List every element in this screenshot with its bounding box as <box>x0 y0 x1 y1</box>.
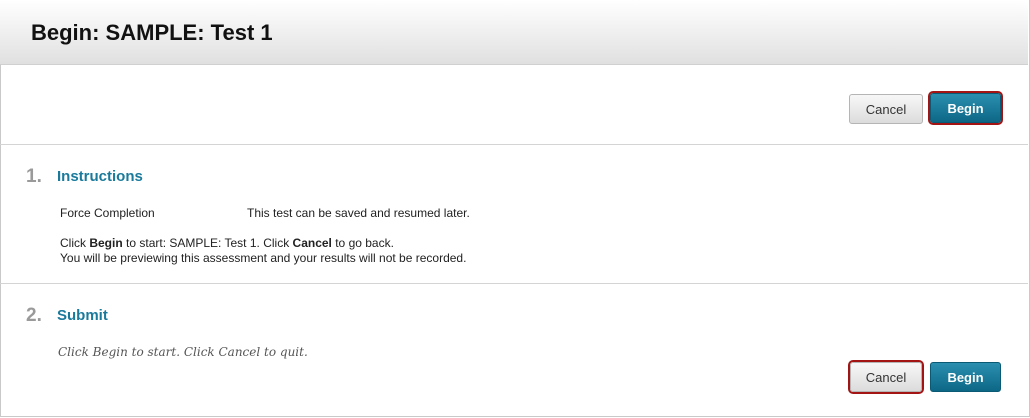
force-completion-label: Force Completion <box>60 206 155 220</box>
top-cancel-button[interactable]: Cancel <box>849 94 923 124</box>
submit-note: Click Begin to start. Click Cancel to qu… <box>58 345 308 359</box>
step-number-instructions: 1. <box>26 166 42 187</box>
instructions-text: Click <box>60 236 90 250</box>
force-completion-value: This test can be saved and resumed later… <box>247 206 470 220</box>
step-title-instructions: Instructions <box>57 168 143 185</box>
divider <box>0 144 1028 145</box>
instructions-line-2: You will be previewing this assessment a… <box>60 251 467 265</box>
top-begin-button[interactable]: Begin <box>930 93 1001 123</box>
page-header: Begin: SAMPLE: Test 1 <box>0 0 1028 65</box>
begin-emphasis: Begin <box>89 236 123 250</box>
cancel-emphasis: Cancel <box>292 236 332 250</box>
divider <box>0 283 1028 284</box>
instructions-line-1: Click Begin to start: SAMPLE: Test 1. Cl… <box>60 236 394 250</box>
step-title-submit: Submit <box>57 307 108 324</box>
bottom-begin-button[interactable]: Begin <box>930 362 1001 392</box>
step-number-submit: 2. <box>26 305 42 326</box>
instructions-text: to start: SAMPLE: Test 1. Click <box>122 236 293 250</box>
page-title: Begin: SAMPLE: Test 1 <box>31 20 273 45</box>
bottom-cancel-button[interactable]: Cancel <box>850 362 922 392</box>
instructions-text: to go back. <box>331 236 394 250</box>
